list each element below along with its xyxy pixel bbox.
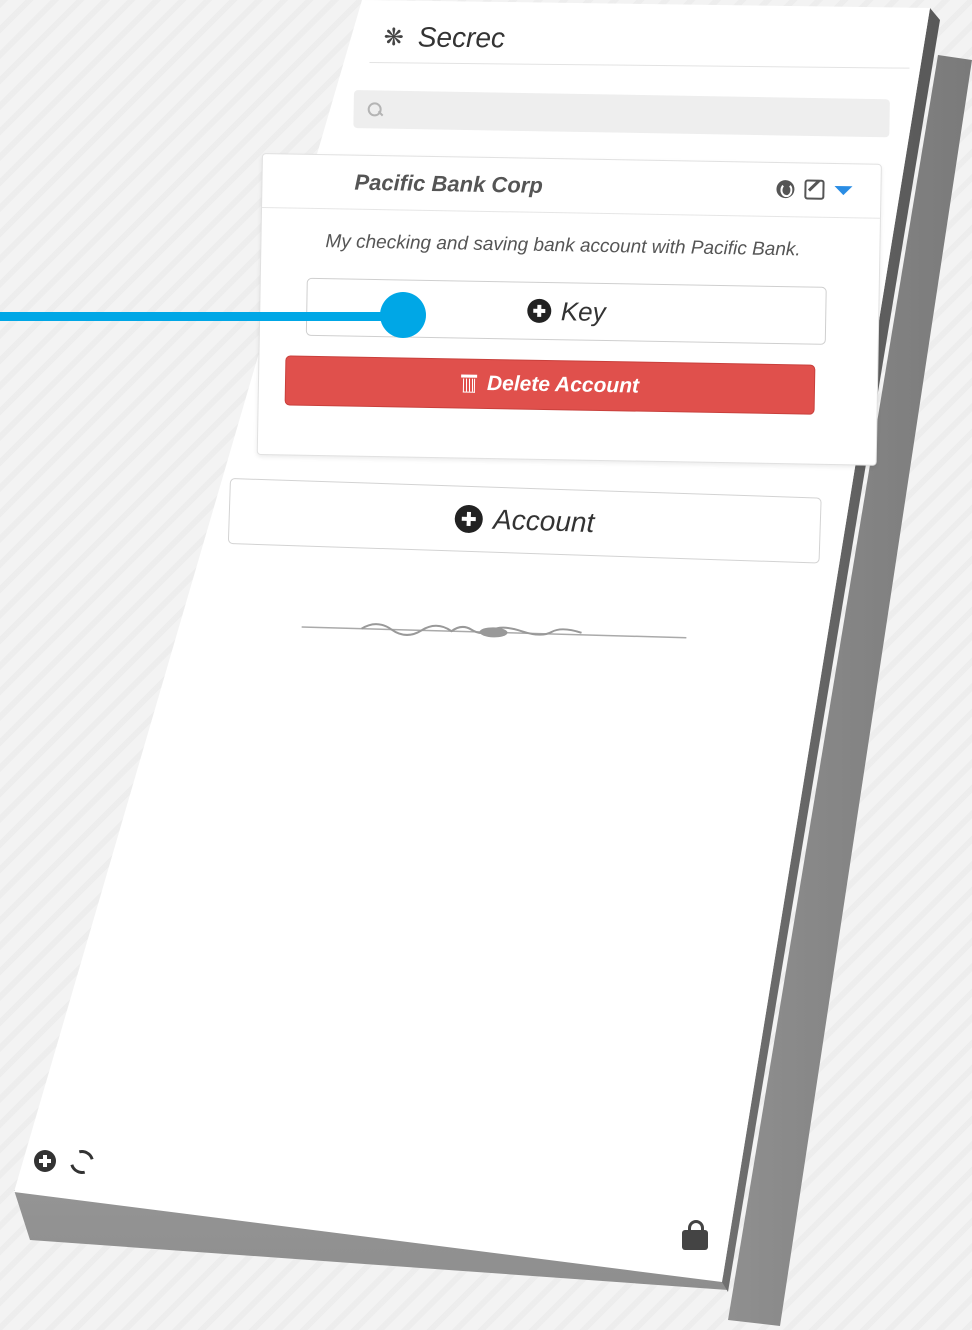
edit-icon[interactable] xyxy=(804,179,825,200)
caret-down-icon[interactable] xyxy=(834,185,853,195)
pointer-annotation-dot xyxy=(380,292,426,338)
lock-icon[interactable] xyxy=(682,1220,708,1250)
globe-icon[interactable] xyxy=(776,179,795,199)
app-title: Secrec xyxy=(417,21,506,54)
plus-circle-icon xyxy=(454,504,484,534)
add-icon[interactable] xyxy=(34,1150,56,1172)
plus-circle-icon xyxy=(526,298,552,324)
flower-icon: ❋ xyxy=(383,23,404,51)
search-icon xyxy=(368,102,382,116)
search-bar[interactable] xyxy=(353,89,890,139)
account-description: My checking and saving bank account with… xyxy=(325,231,801,261)
account-card: Pacific Bank Corp My checking and saving… xyxy=(256,153,882,466)
delete-account-label: Delete Account xyxy=(486,371,640,398)
pointer-annotation-line xyxy=(0,312,400,321)
trash-icon xyxy=(461,375,477,393)
account-name: Pacific Bank Corp xyxy=(354,169,543,198)
add-key-label: Key xyxy=(560,295,606,327)
app-header: ❋ Secrec xyxy=(369,12,910,69)
account-card-header[interactable]: Pacific Bank Corp xyxy=(262,154,881,219)
add-account-label: Account xyxy=(492,503,595,539)
watermark-text xyxy=(0,7,40,152)
account-tools xyxy=(776,179,853,200)
delete-account-button[interactable]: Delete Account xyxy=(284,355,816,415)
